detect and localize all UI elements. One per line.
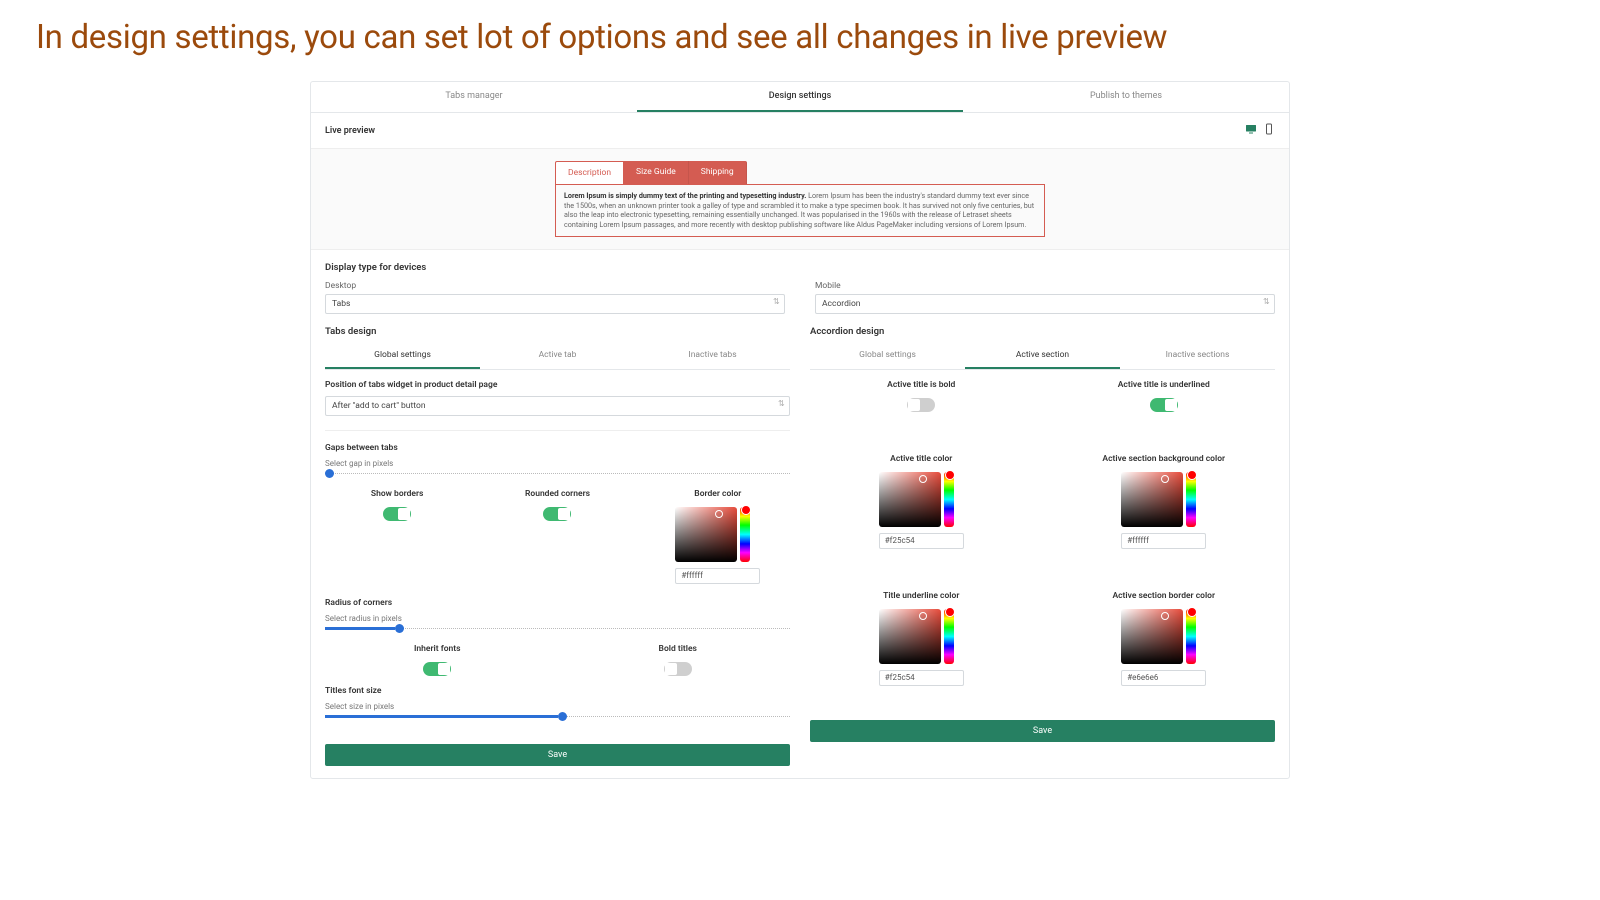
- subtab-acc-global[interactable]: Global settings: [810, 343, 965, 369]
- display-type-title: Display type for devices: [325, 262, 1275, 273]
- acc-bg-color-label: Active section background color: [1053, 454, 1276, 464]
- tabs-save-button[interactable]: Save: [325, 744, 790, 766]
- preview-tab-description[interactable]: Description: [555, 161, 624, 184]
- desktop-select[interactable]: [325, 294, 785, 314]
- tab-tabs-manager[interactable]: Tabs manager: [311, 82, 637, 112]
- tab-design-settings[interactable]: Design settings: [637, 82, 963, 112]
- acc-border-color-label: Active section border color: [1053, 591, 1276, 601]
- accordion-title: Accordion design: [810, 326, 1275, 337]
- preview-body: Lorem Ipsum is simply dummy text of the …: [555, 184, 1045, 237]
- radius-label: Select radius in pixels: [325, 614, 790, 623]
- rounded-toggle[interactable]: [543, 507, 571, 521]
- show-borders-label: Show borders: [325, 489, 469, 499]
- acc-underline-label: Active title is underlined: [1053, 380, 1276, 390]
- preview-tab-shipping[interactable]: Shipping: [689, 161, 747, 184]
- mobile-icon[interactable]: [1263, 123, 1275, 138]
- bold-titles-label: Bold titles: [566, 644, 791, 654]
- font-size-label: Select size in pixels: [325, 702, 790, 711]
- subtab-inactive-tabs[interactable]: Inactive tabs: [635, 343, 790, 369]
- acc-underline-color-picker[interactable]: [879, 609, 964, 686]
- show-borders-toggle[interactable]: [383, 507, 411, 521]
- font-size-slider[interactable]: [325, 715, 790, 718]
- settings-panel: Tabs manager Design settings Publish to …: [310, 81, 1290, 779]
- mobile-label: Mobile: [815, 281, 1275, 291]
- position-select[interactable]: [325, 396, 790, 416]
- tab-publish[interactable]: Publish to themes: [963, 82, 1289, 112]
- acc-bg-color-input[interactable]: [1121, 533, 1206, 549]
- position-title: Position of tabs widget in product detai…: [325, 380, 790, 390]
- acc-title-color-input[interactable]: [879, 533, 964, 549]
- border-color-label: Border color: [646, 489, 790, 499]
- main-tabs: Tabs manager Design settings Publish to …: [311, 82, 1289, 113]
- page-hero: In design settings, you can set lot of o…: [0, 0, 1600, 67]
- subtab-acc-active[interactable]: Active section: [965, 343, 1120, 369]
- rounded-label: Rounded corners: [485, 489, 629, 499]
- radius-title: Radius of corners: [325, 598, 790, 608]
- subtab-acc-inactive[interactable]: Inactive sections: [1120, 343, 1275, 369]
- inherit-toggle[interactable]: [423, 662, 451, 676]
- gaps-label: Select gap in pixels: [325, 459, 790, 468]
- tabs-design-title: Tabs design: [325, 326, 790, 337]
- live-preview-area: Description Size Guide Shipping Lorem Ip…: [311, 148, 1289, 250]
- acc-bold-label: Active title is bold: [810, 380, 1033, 390]
- bold-titles-toggle[interactable]: [664, 662, 692, 676]
- gaps-title: Gaps between tabs: [325, 443, 790, 453]
- subtab-global[interactable]: Global settings: [325, 343, 480, 369]
- acc-bg-color-picker[interactable]: [1121, 472, 1206, 549]
- accordion-save-button[interactable]: Save: [810, 720, 1275, 742]
- mobile-select[interactable]: [815, 294, 1275, 314]
- desktop-label: Desktop: [325, 281, 785, 291]
- acc-underline-color-input[interactable]: [879, 670, 964, 686]
- acc-underline-color-label: Title underline color: [810, 591, 1033, 601]
- acc-title-color-label: Active title color: [810, 454, 1033, 464]
- inherit-label: Inherit fonts: [325, 644, 550, 654]
- radius-slider[interactable]: [325, 627, 790, 630]
- acc-title-color-picker[interactable]: [879, 472, 964, 549]
- acc-border-color-input[interactable]: [1121, 670, 1206, 686]
- gaps-slider[interactable]: [325, 472, 790, 475]
- acc-bold-toggle[interactable]: [907, 398, 935, 412]
- desktop-icon[interactable]: [1245, 123, 1257, 138]
- preview-tab-size-guide[interactable]: Size Guide: [624, 161, 689, 184]
- subtab-active-tab[interactable]: Active tab: [480, 343, 635, 369]
- acc-underline-toggle[interactable]: [1150, 398, 1178, 412]
- font-size-title: Titles font size: [325, 686, 790, 696]
- border-color-input[interactable]: [675, 568, 760, 584]
- acc-border-color-picker[interactable]: [1121, 609, 1206, 686]
- live-preview-title: Live preview: [325, 126, 375, 136]
- border-color-picker[interactable]: [675, 507, 760, 584]
